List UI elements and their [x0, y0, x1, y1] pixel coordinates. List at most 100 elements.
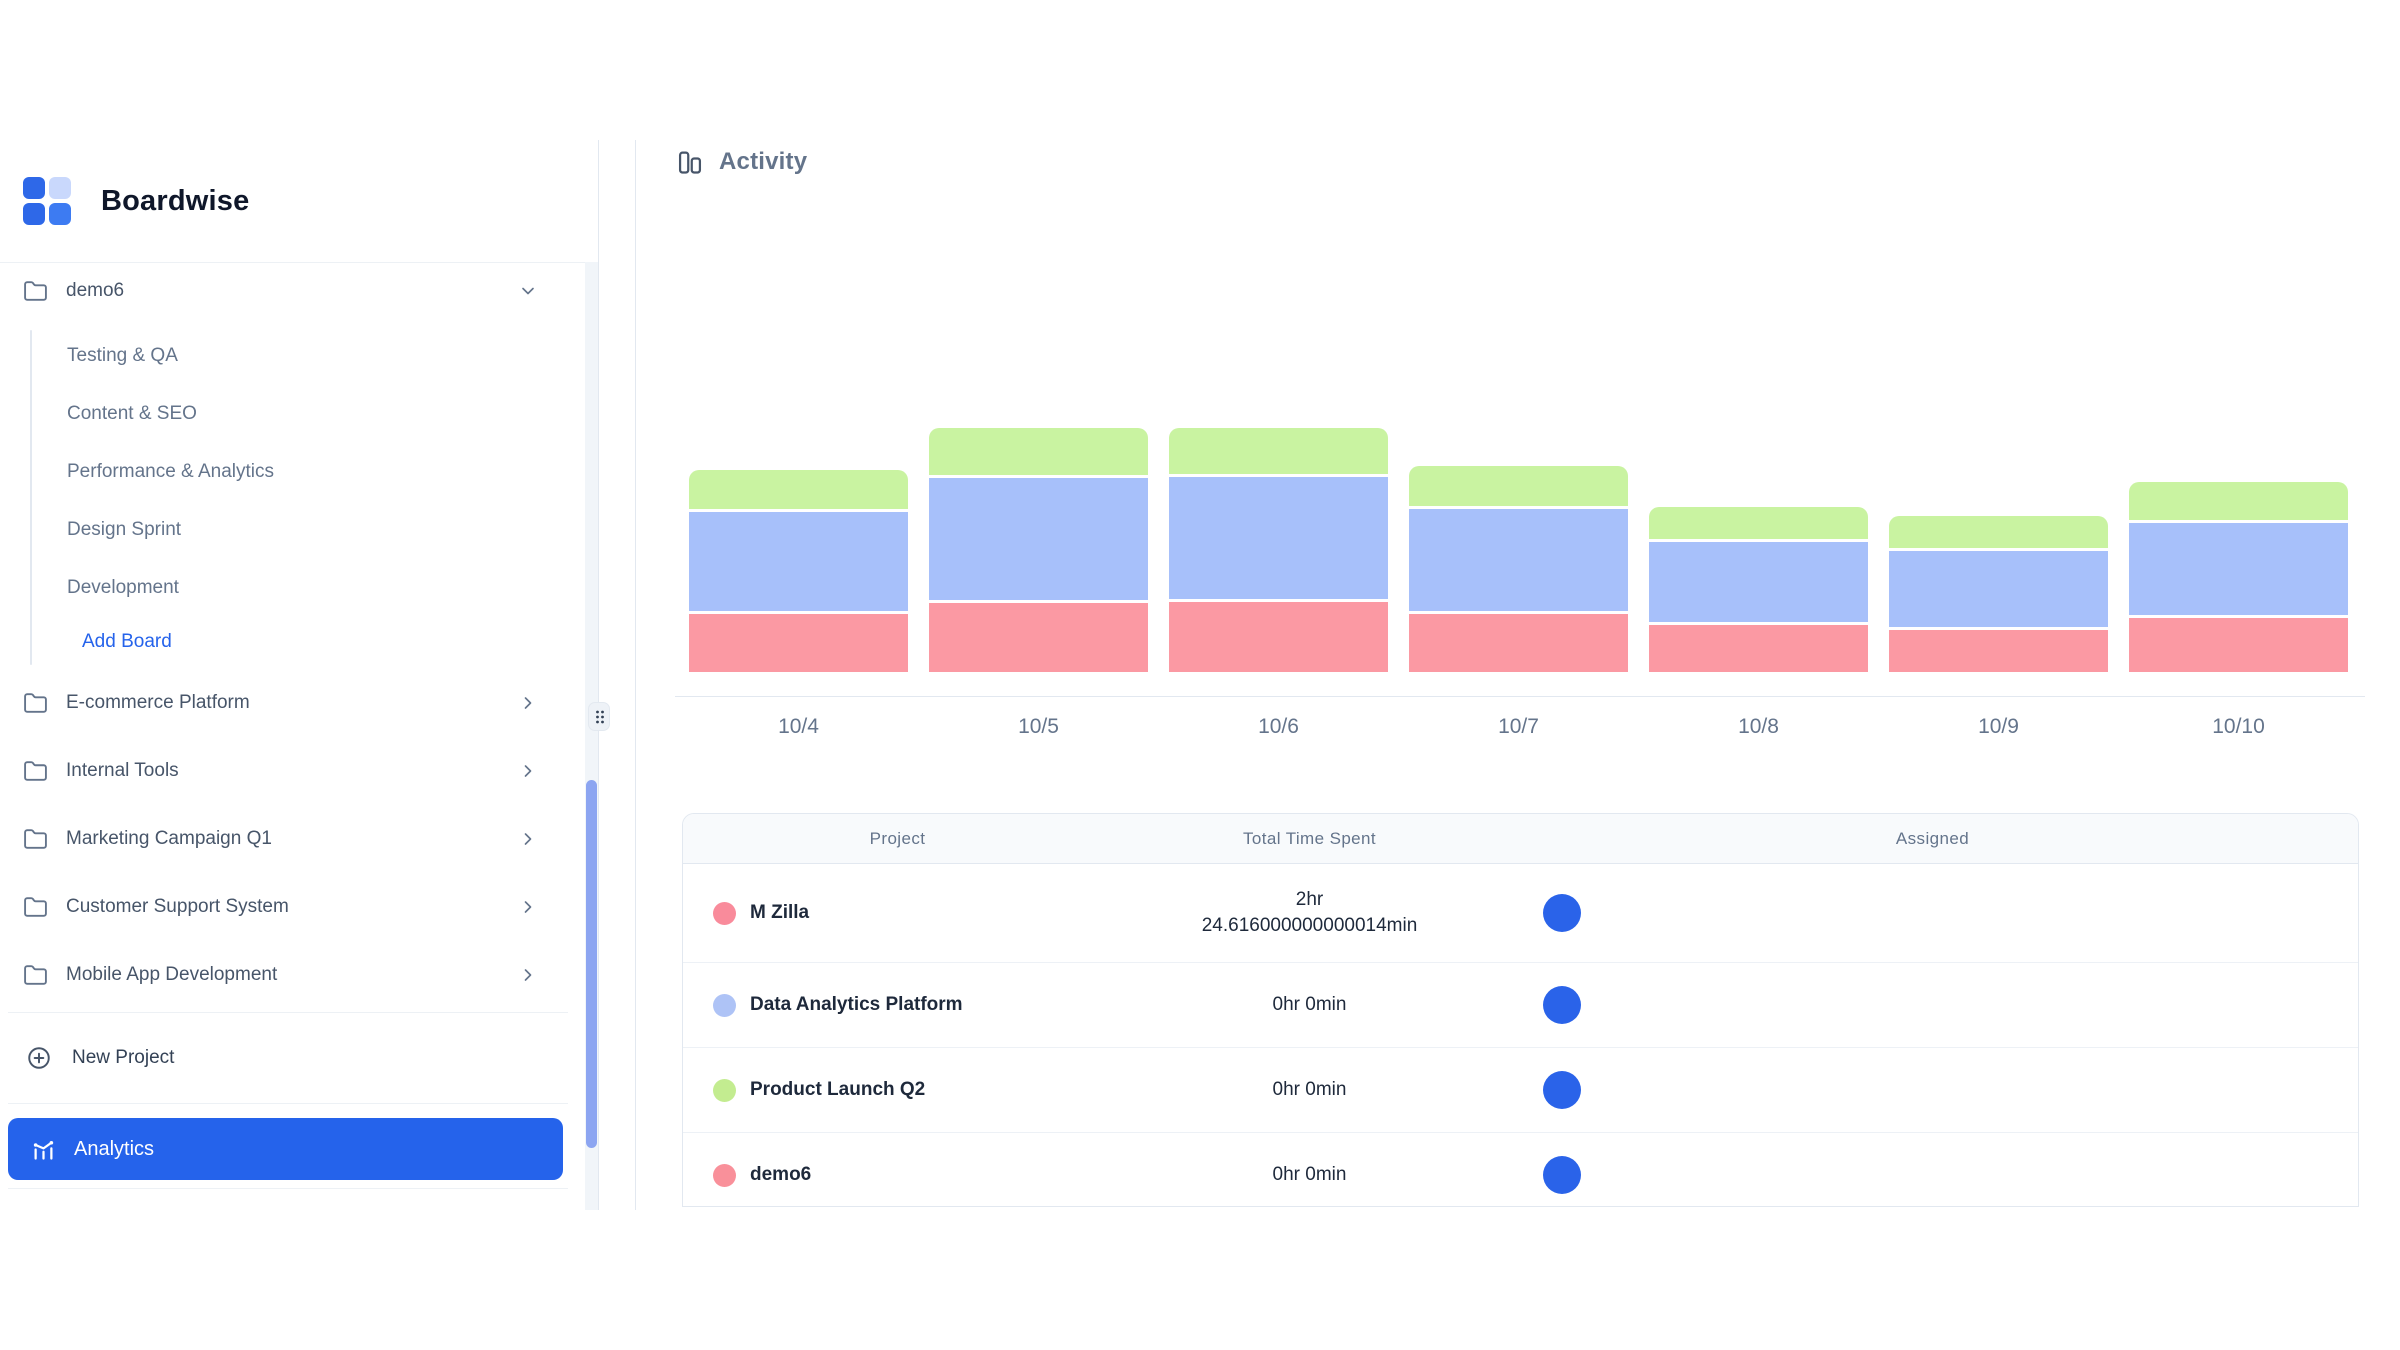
logo-square [23, 177, 45, 199]
time-line: 0hr 0min [1112, 1162, 1507, 1188]
segment-product-launch-q2 [929, 428, 1148, 475]
sidebar: Boardwise demo6 Testing & QA Content & S… [0, 140, 599, 1210]
segment-data-analytics-platform [2129, 523, 2348, 615]
bar-10-5[interactable] [929, 428, 1148, 672]
new-project-button[interactable]: New Project [0, 1034, 568, 1082]
sidebar-item-demo6[interactable]: demo6 [0, 267, 568, 315]
add-board-button[interactable]: Add Board [0, 620, 560, 664]
sidebar-item-internal-tools[interactable]: Internal Tools [0, 747, 568, 795]
new-project-label: New Project [72, 1047, 174, 1069]
board-label: Design Sprint [67, 519, 181, 541]
sidebar-item-label: Mobile App Development [66, 964, 277, 986]
table-row[interactable]: Product Launch Q2 0hr 0min [683, 1048, 2358, 1133]
sidebar-board-performance-analytics[interactable]: Performance & Analytics [0, 450, 560, 494]
assignee-avatar[interactable] [1543, 1156, 1581, 1194]
chevron-right-icon[interactable] [518, 829, 538, 849]
sidebar-item-ecommerce-platform[interactable]: E-commerce Platform [0, 679, 568, 727]
sidebar-item-label: demo6 [66, 280, 124, 302]
folder-icon [23, 895, 48, 920]
project-cell: M Zilla [683, 902, 1112, 925]
sidebar-scrollbar-thumb[interactable] [586, 780, 597, 1148]
time-line: 2hr [1112, 887, 1507, 913]
assignee-avatar[interactable] [1543, 1071, 1581, 1109]
activity-title: Activity [719, 148, 807, 176]
sidebar-board-development[interactable]: Development [0, 566, 560, 610]
divider [0, 262, 598, 263]
board-label: Testing & QA [67, 345, 178, 367]
sidebar-board-design-sprint[interactable]: Design Sprint [0, 508, 560, 552]
project-time-table: Project Total Time Spent Assigned M Zill… [682, 813, 2359, 1207]
add-board-label: Add Board [82, 631, 172, 653]
segment-data-analytics-platform [1409, 509, 1628, 611]
segment-m-zilla [1649, 625, 1868, 672]
table-row[interactable]: M Zilla 2hr 24.616000000000014min [683, 864, 2358, 963]
sidebar-scrollbar-track[interactable] [585, 262, 598, 1210]
sidebar-item-label: Marketing Campaign Q1 [66, 828, 272, 850]
brand-header: Boardwise [23, 176, 249, 226]
segment-product-launch-q2 [1409, 466, 1628, 506]
time-line: 0hr 0min [1112, 992, 1507, 1018]
chevron-right-icon[interactable] [518, 693, 538, 713]
bar-10-9[interactable] [1889, 516, 2108, 672]
x-axis-line [675, 696, 2365, 697]
x-tick-label: 10/6 [1169, 715, 1388, 739]
board-label: Performance & Analytics [67, 461, 274, 483]
segment-data-analytics-platform [689, 512, 908, 611]
project-cell: demo6 [683, 1164, 1112, 1187]
sidebar-resize-drag-handle-icon[interactable] [588, 702, 610, 731]
segment-product-launch-q2 [1649, 507, 1868, 539]
project-name: Product Launch Q2 [750, 1079, 925, 1101]
segment-m-zilla [1409, 614, 1628, 672]
segment-product-launch-q2 [1889, 516, 2108, 548]
board-list-indent-line [30, 330, 32, 665]
divider [8, 1012, 568, 1013]
chevron-right-icon[interactable] [518, 897, 538, 917]
chevron-down-icon[interactable] [518, 281, 538, 301]
bar-10-7[interactable] [1409, 466, 1628, 672]
brand-title: Boardwise [101, 185, 249, 218]
segment-product-launch-q2 [1169, 428, 1388, 474]
time-cell: 0hr 0min [1112, 1162, 1507, 1188]
activity-header: Activity [676, 148, 807, 176]
column-header-total-time-spent: Total Time Spent [1112, 829, 1507, 849]
bar-chart-icon [676, 148, 704, 176]
boardwise-logo-icon [23, 177, 73, 225]
x-tick-label: 10/4 [689, 715, 908, 739]
assignee-avatar[interactable] [1543, 894, 1581, 932]
sidebar-item-label: E-commerce Platform [66, 692, 250, 714]
segment-m-zilla [929, 603, 1148, 672]
bar-10-10[interactable] [2129, 482, 2348, 672]
main-content: Activity [635, 140, 2400, 1210]
folder-icon [23, 827, 48, 852]
time-cell: 0hr 0min [1112, 992, 1507, 1018]
column-header-project: Project [683, 829, 1112, 849]
x-tick-label: 10/8 [1649, 715, 1868, 739]
analytics-nav-button[interactable]: Analytics [8, 1118, 563, 1180]
x-axis-labels: 10/4 10/5 10/6 10/7 10/8 10/9 10/10 [689, 715, 2348, 739]
bar-10-6[interactable] [1169, 428, 1388, 672]
segment-data-analytics-platform [1889, 551, 2108, 627]
sidebar-item-marketing-campaign-q1[interactable]: Marketing Campaign Q1 [0, 815, 568, 863]
project-name: Data Analytics Platform [750, 994, 963, 1016]
assignee-avatar[interactable] [1543, 986, 1581, 1024]
sidebar-item-mobile-app-development[interactable]: Mobile App Development [0, 951, 568, 999]
analytics-label: Analytics [74, 1138, 154, 1161]
table-row[interactable]: Data Analytics Platform 0hr 0min [683, 963, 2358, 1048]
bar-10-4[interactable] [689, 470, 908, 672]
table-row[interactable]: demo6 0hr 0min [683, 1133, 2358, 1207]
chevron-right-icon[interactable] [518, 965, 538, 985]
analytics-chart-icon [30, 1136, 57, 1163]
project-cell: Data Analytics Platform [683, 994, 1112, 1017]
x-tick-label: 10/5 [929, 715, 1148, 739]
logo-square [23, 203, 45, 225]
chevron-right-icon[interactable] [518, 761, 538, 781]
sidebar-board-content-seo[interactable]: Content & SEO [0, 392, 560, 436]
sidebar-item-label: Internal Tools [66, 760, 179, 782]
logo-square [49, 203, 71, 225]
bar-10-8[interactable] [1649, 507, 1868, 672]
sidebar-item-customer-support-system[interactable]: Customer Support System [0, 883, 568, 931]
segment-data-analytics-platform [1169, 477, 1388, 599]
assigned-cell [1507, 894, 2358, 932]
segment-m-zilla [1889, 630, 2108, 672]
sidebar-board-testing-qa[interactable]: Testing & QA [0, 334, 560, 378]
